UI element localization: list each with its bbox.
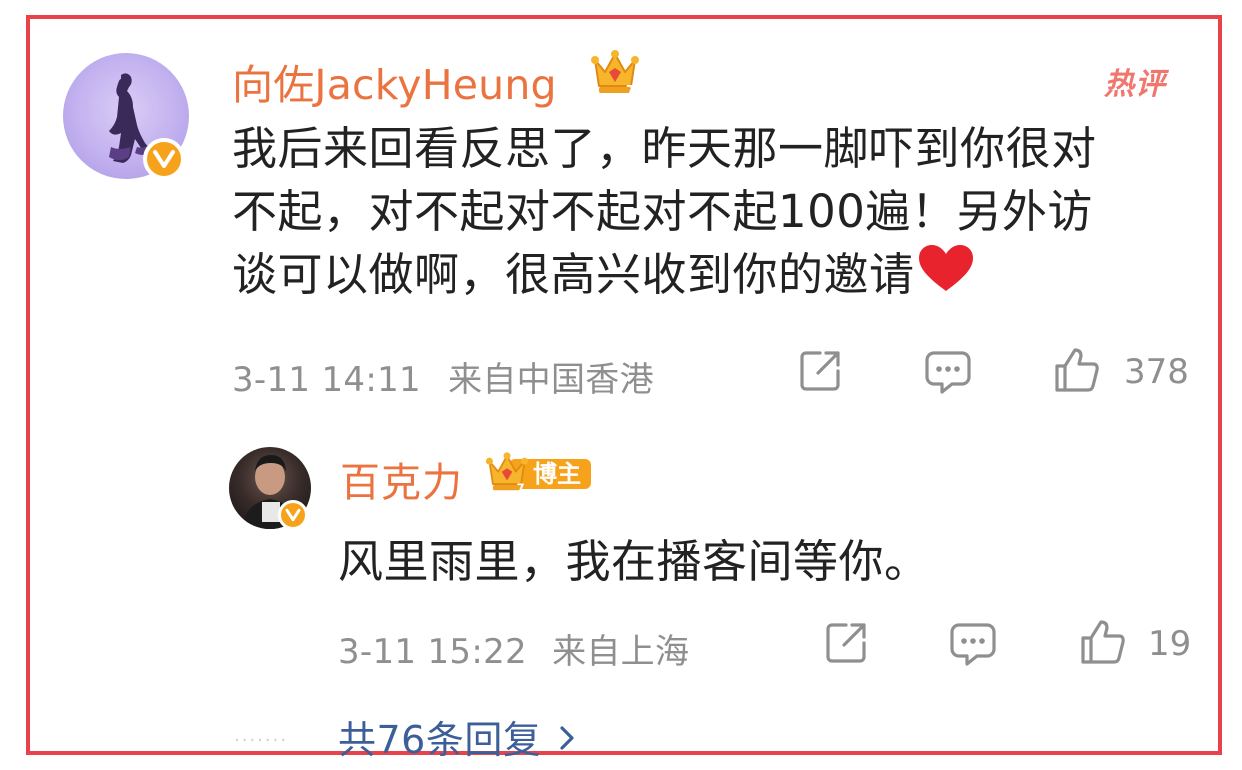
divider-dots: ······· (234, 730, 289, 751)
comment-time: 3-11 14:11 (232, 360, 421, 400)
reply-time: 3-11 15:22 (338, 632, 527, 672)
reply-body: 风里雨里，我在播客间等你。 (338, 535, 930, 588)
reply-meta: 3-11 15:22 来自上海 (338, 624, 689, 673)
blogger-badge: 7 博主 (485, 452, 595, 495)
comment-location: 来自中国香港 (448, 360, 654, 400)
reply-username[interactable]: 百克力 (340, 450, 463, 508)
like-icon[interactable] (1052, 345, 1102, 395)
comment-line: 谈可以做啊，很高兴收到你的邀请 (232, 243, 1207, 310)
svg-text:7: 7 (517, 481, 525, 495)
comment-meta: 3-11 14:11 来自中国香港 (232, 352, 654, 401)
like-icon[interactable] (1078, 617, 1128, 667)
reply-location: 来自上海 (552, 632, 690, 672)
hot-comment-badge: 热评 (1104, 67, 1166, 102)
reply-like-count: 19 (1148, 624, 1192, 664)
crown-icon: 7 (485, 452, 529, 495)
more-replies-label: 共76条回复 (338, 718, 542, 762)
verified-icon (143, 138, 185, 180)
comment-icon[interactable] (948, 619, 998, 669)
svg-text:7: 7 (626, 84, 635, 98)
comment-card: 向佐JackyHeung 7 热评 我后来回看反思了，昨天那一脚吓到你很对 不起… (26, 15, 1222, 762)
share-icon[interactable] (796, 347, 844, 395)
crown-icon: 7 (590, 50, 640, 99)
share-icon[interactable] (822, 619, 870, 667)
comment-username[interactable]: 向佐JackyHeung (232, 51, 557, 111)
comment-line: 我后来回看反思了，昨天那一脚吓到你很对 (232, 122, 1097, 175)
comment-line-text: 谈可以做啊，很高兴收到你的邀请 (232, 248, 915, 301)
heart-icon (917, 244, 975, 310)
like-count: 378 (1124, 352, 1189, 392)
view-more-replies-link[interactable]: 共76条回复 (338, 709, 575, 764)
comment-line: 不起，对不起对不起对不起100遍！另外访 (232, 185, 1093, 238)
verified-icon (278, 500, 308, 530)
comment-body: 我后来回看反思了，昨天那一脚吓到你很对 不起，对不起对不起对不起100遍！另外访… (232, 117, 1207, 310)
comment-icon[interactable] (923, 347, 973, 397)
chevron-right-icon (559, 716, 575, 760)
